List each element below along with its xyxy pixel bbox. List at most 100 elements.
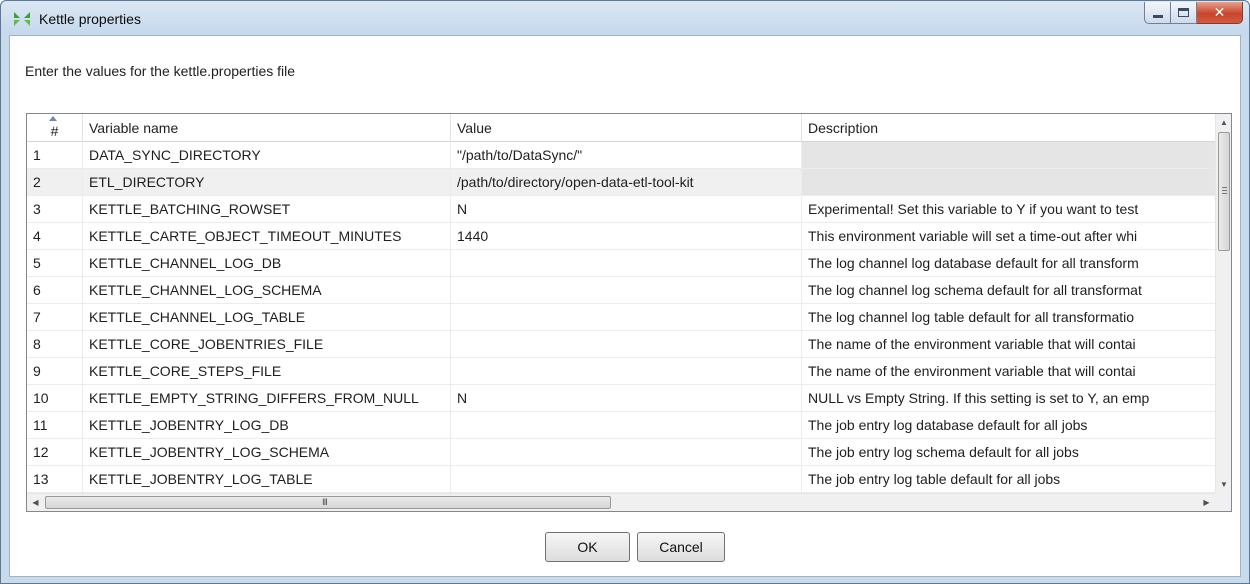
description-cell[interactable]: Experimental! Set this variable to Y if … <box>802 196 1215 222</box>
description-cell[interactable]: The job entry log database default for a… <box>802 412 1215 438</box>
column-header-description[interactable]: Description <box>802 114 1215 142</box>
table-body: 1 DATA_SYNC_DIRECTORY "/path/to/DataSync/"… <box>27 142 1215 493</box>
value-cell[interactable] <box>451 439 802 465</box>
value-cell[interactable] <box>451 412 802 438</box>
variable-name-cell[interactable]: KETTLE_CHANNEL_LOG_DB <box>83 250 451 276</box>
cancel-button[interactable]: Cancel <box>637 532 725 562</box>
close-button[interactable]: ✕ <box>1197 2 1243 24</box>
description-cell[interactable]: The log channel log schema default for a… <box>802 277 1215 303</box>
row-number-cell: 7 <box>27 304 83 330</box>
table-row[interactable]: 7 KETTLE_CHANNEL_LOG_TABLE The log channel… <box>27 304 1215 331</box>
variable-name-cell[interactable]: KETTLE_CHANNEL_LOG_SCHEMA <box>83 277 451 303</box>
ok-button[interactable]: OK <box>545 532 630 562</box>
table-row[interactable]: 4 KETTLE_CARTE_OBJECT_TIMEOUT_MINUTES 1440… <box>27 223 1215 250</box>
column-header-value[interactable]: Value <box>451 114 802 142</box>
scroll-down-arrow-icon[interactable]: ▼ <box>1216 476 1231 493</box>
properties-table: # Variable name Value Description 1 DATA_… <box>26 113 1232 512</box>
vertical-scrollbar[interactable]: ▲ ▼ <box>1215 114 1231 493</box>
table-row[interactable]: 6 KETTLE_CHANNEL_LOG_SCHEMA The log channe… <box>27 277 1215 304</box>
table-row[interactable]: 1 DATA_SYNC_DIRECTORY "/path/to/DataSync/" <box>27 142 1215 169</box>
value-cell[interactable]: "/path/to/DataSync/" <box>451 142 802 168</box>
row-number-cell: 3 <box>27 196 83 222</box>
table-row[interactable]: 3 KETTLE_BATCHING_ROWSET N Experimental! Se… <box>27 196 1215 223</box>
row-number-cell: 8 <box>27 331 83 357</box>
column-header-number[interactable]: # <box>27 114 83 142</box>
table-row[interactable]: 8 KETTLE_CORE_JOBENTRIES_FILE The name of … <box>27 331 1215 358</box>
column-header-variable-name[interactable]: Variable name <box>83 114 451 142</box>
dialog-content: Enter the values for the kettle.properti… <box>9 35 1241 577</box>
row-number-cell: 13 <box>27 466 83 492</box>
scroll-right-arrow-icon[interactable]: ▶ <box>1198 494 1215 511</box>
variable-name-cell[interactable]: ETL_DIRECTORY <box>83 169 451 195</box>
table-row[interactable]: 12 KETTLE_JOBENTRY_LOG_SCHEMA The job entr… <box>27 439 1215 466</box>
window-controls: ✕ <box>1144 2 1243 24</box>
variable-name-cell[interactable]: DATA_SYNC_DIRECTORY <box>83 142 451 168</box>
vertical-scroll-thumb[interactable] <box>1218 132 1230 251</box>
title-bar[interactable]: Kettle properties ✕ <box>1 1 1249 35</box>
description-cell[interactable]: The name of the environment variable tha… <box>802 358 1215 384</box>
value-cell[interactable] <box>451 250 802 276</box>
value-cell[interactable]: 1440 <box>451 223 802 249</box>
variable-name-cell[interactable]: KETTLE_JOBENTRY_LOG_TABLE <box>83 466 451 492</box>
value-cell[interactable] <box>451 466 802 492</box>
minimize-icon <box>1152 15 1163 18</box>
description-cell[interactable]: This environment variable will set a tim… <box>802 223 1215 249</box>
description-cell[interactable]: The name of the environment variable tha… <box>802 331 1215 357</box>
table-row[interactable]: 2 ETL_DIRECTORY/path/to/directory/open-da… <box>27 169 1215 196</box>
variable-name-cell[interactable]: KETTLE_CORE_STEPS_FILE <box>83 358 451 384</box>
sort-ascending-icon <box>49 116 57 121</box>
value-cell[interactable] <box>451 304 802 330</box>
variable-name-cell[interactable]: KETTLE_JOBENTRY_LOG_SCHEMA <box>83 439 451 465</box>
description-cell[interactable]: The log channel log database default for… <box>802 250 1215 276</box>
row-number-cell: 2 <box>27 169 83 195</box>
maximize-button[interactable] <box>1171 2 1197 24</box>
variable-name-cell[interactable]: KETTLE_CARTE_OBJECT_TIMEOUT_MINUTES <box>83 223 451 249</box>
horizontal-scroll-thumb[interactable]: III <box>45 496 611 509</box>
table-grid: # Variable name Value Description 1 DATA_… <box>27 114 1215 493</box>
window-title: Kettle properties <box>39 11 141 27</box>
scrollbar-corner <box>1215 493 1231 511</box>
horizontal-scrollbar[interactable]: ◀ III ▶ <box>27 493 1215 511</box>
value-cell[interactable] <box>451 331 802 357</box>
description-cell[interactable]: NULL vs Empty String. If this setting is… <box>802 385 1215 411</box>
row-number-cell: 1 <box>27 142 83 168</box>
grip-icon <box>1222 187 1227 194</box>
table-row[interactable]: 5 KETTLE_CHANNEL_LOG_DB The log channel lo… <box>27 250 1215 277</box>
maximize-icon <box>1178 8 1189 17</box>
table-row[interactable]: 9 KETTLE_CORE_STEPS_FILE The name of the e… <box>27 358 1215 385</box>
close-icon: ✕ <box>1213 4 1226 21</box>
row-number-cell: 4 <box>27 223 83 249</box>
variable-name-cell[interactable]: KETTLE_JOBENTRY_LOG_DB <box>83 412 451 438</box>
instruction-label: Enter the values for the kettle.properti… <box>25 63 296 79</box>
description-cell[interactable]: The log channel log table default for al… <box>802 304 1215 330</box>
scroll-up-arrow-icon[interactable]: ▲ <box>1216 114 1231 131</box>
scroll-left-arrow-icon[interactable]: ◀ <box>27 494 44 511</box>
table-row[interactable]: 13 KETTLE_JOBENTRY_LOG_TABLE The job entry… <box>27 466 1215 493</box>
row-number-cell: 12 <box>27 439 83 465</box>
value-cell[interactable]: /path/to/directory/open-data-etl-tool-ki… <box>451 169 802 195</box>
value-cell[interactable] <box>451 277 802 303</box>
value-cell[interactable]: N <box>451 196 802 222</box>
variable-name-cell[interactable]: KETTLE_EMPTY_STRING_DIFFERS_FROM_NULL <box>83 385 451 411</box>
row-number-cell: 6 <box>27 277 83 303</box>
table-row[interactable]: 11 KETTLE_JOBENTRY_LOG_DB The job entry lo… <box>27 412 1215 439</box>
table-header: # Variable name Value Description <box>27 114 1215 142</box>
variable-name-cell[interactable]: KETTLE_CHANNEL_LOG_TABLE <box>83 304 451 330</box>
description-cell[interactable]: The job entry log table default for all … <box>802 466 1215 492</box>
row-number-cell: 9 <box>27 358 83 384</box>
grip-icon: III <box>322 498 328 508</box>
minimize-button[interactable] <box>1144 2 1171 24</box>
row-number-cell: 10 <box>27 385 83 411</box>
variable-name-cell[interactable]: KETTLE_BATCHING_ROWSET <box>83 196 451 222</box>
value-cell[interactable] <box>451 358 802 384</box>
kettle-app-icon <box>14 12 30 26</box>
row-number-cell: 5 <box>27 250 83 276</box>
variable-name-cell[interactable]: KETTLE_CORE_JOBENTRIES_FILE <box>83 331 451 357</box>
value-cell[interactable]: N <box>451 385 802 411</box>
table-row[interactable]: 10 KETTLE_EMPTY_STRING_DIFFERS_FROM_NULL N… <box>27 385 1215 412</box>
description-cell[interactable] <box>802 142 1215 168</box>
kettle-properties-dialog: Kettle properties ✕ Enter the values for… <box>0 0 1250 584</box>
description-cell[interactable] <box>802 169 1215 195</box>
description-cell[interactable]: The job entry log schema default for all… <box>802 439 1215 465</box>
row-number-cell: 11 <box>27 412 83 438</box>
